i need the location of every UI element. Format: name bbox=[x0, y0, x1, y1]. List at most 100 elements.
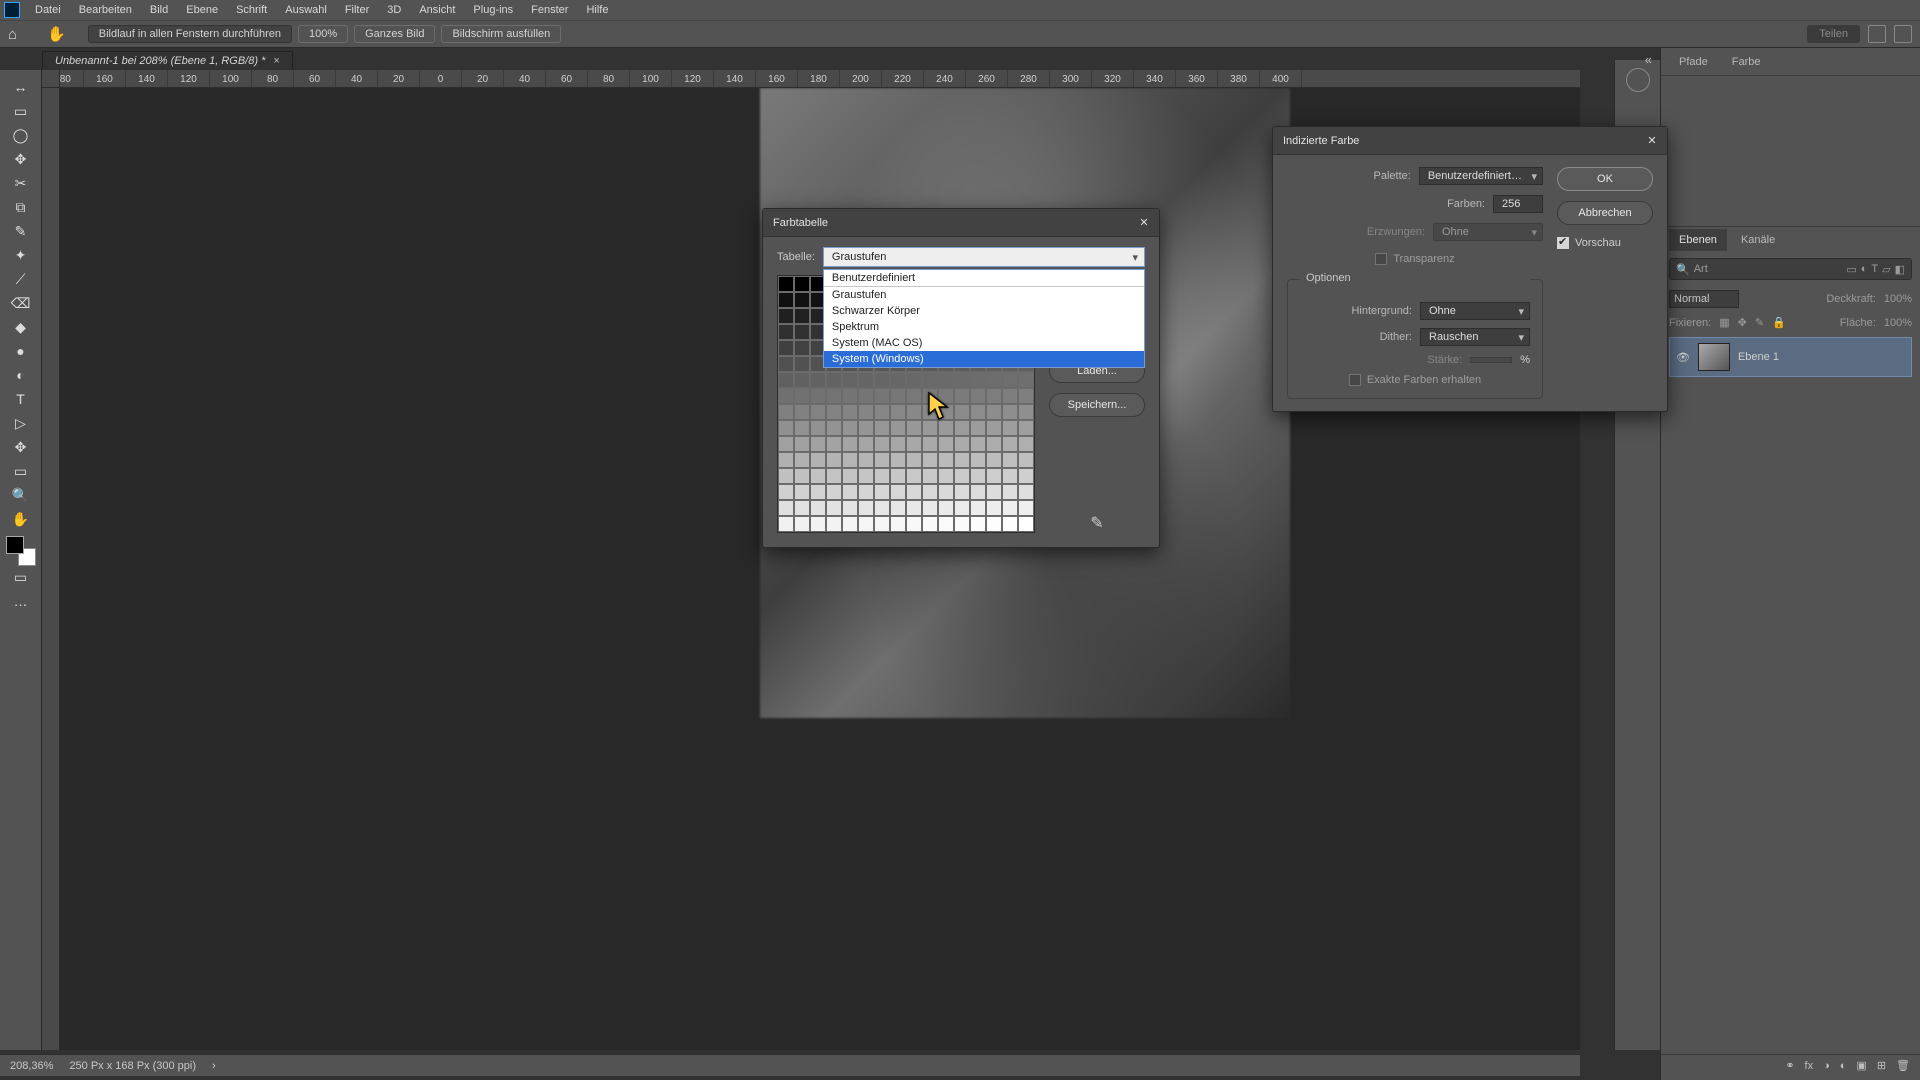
color-swatch[interactable] bbox=[922, 452, 938, 468]
color-swatch[interactable] bbox=[986, 500, 1002, 516]
color-swatch[interactable] bbox=[1018, 388, 1034, 404]
adjustment-layer-icon[interactable]: ◐ bbox=[1840, 1060, 1847, 1072]
color-swatch[interactable] bbox=[842, 500, 858, 516]
menu-item[interactable]: Bild bbox=[141, 1, 177, 19]
color-swatch[interactable] bbox=[874, 420, 890, 436]
eyedropper-icon[interactable]: ✎ bbox=[1090, 513, 1103, 533]
search-icon[interactable] bbox=[1868, 25, 1886, 43]
tool-button[interactable]: … bbox=[7, 590, 35, 612]
color-swatch[interactable] bbox=[1002, 388, 1018, 404]
color-swatch[interactable] bbox=[794, 500, 810, 516]
color-swatch[interactable] bbox=[778, 484, 794, 500]
filter-shape-icon[interactable]: ▱ bbox=[1882, 263, 1890, 276]
color-swatch[interactable] bbox=[1002, 436, 1018, 452]
menu-item[interactable]: Datei bbox=[26, 1, 70, 19]
color-swatch[interactable] bbox=[938, 468, 954, 484]
filter-type-icon[interactable]: T bbox=[1871, 263, 1878, 275]
color-swatch[interactable] bbox=[954, 388, 970, 404]
color-swatch[interactable] bbox=[1018, 404, 1034, 420]
color-swatch[interactable] bbox=[778, 500, 794, 516]
table-select[interactable]: Graustufen BenutzerdefiniertGraustufenSc… bbox=[823, 247, 1145, 267]
menu-item[interactable]: Bearbeiten bbox=[70, 1, 141, 19]
menu-item[interactable]: Ansicht bbox=[410, 1, 464, 19]
tool-button[interactable]: ✋ bbox=[7, 508, 35, 530]
table-select-current[interactable]: Graustufen bbox=[823, 247, 1145, 267]
color-swatch[interactable] bbox=[778, 436, 794, 452]
tool-button[interactable]: ● bbox=[7, 340, 35, 362]
menu-item[interactable]: Auswahl bbox=[276, 1, 336, 19]
color-swatch[interactable] bbox=[794, 404, 810, 420]
color-swatch[interactable] bbox=[778, 420, 794, 436]
home-icon[interactable]: ⌂ bbox=[8, 26, 17, 43]
color-swatch[interactable] bbox=[938, 420, 954, 436]
menu-item[interactable]: Plug-ins bbox=[464, 1, 522, 19]
tool-button[interactable]: ✦ bbox=[7, 244, 35, 266]
color-swatch[interactable] bbox=[1002, 420, 1018, 436]
color-swatch[interactable] bbox=[858, 436, 874, 452]
dropdown-option[interactable]: Graustufen bbox=[824, 287, 1144, 303]
layer-style-icon[interactable]: fx bbox=[1805, 1060, 1814, 1072]
color-swatch[interactable] bbox=[842, 484, 858, 500]
tool-button[interactable]: ▷ bbox=[7, 412, 35, 434]
tab-channels[interactable]: Kanäle bbox=[1731, 229, 1785, 251]
tab-color[interactable]: Farbe bbox=[1722, 51, 1771, 73]
color-swatch[interactable] bbox=[874, 404, 890, 420]
color-swatch[interactable] bbox=[858, 516, 874, 532]
color-swatch[interactable] bbox=[826, 404, 842, 420]
blend-mode-select[interactable] bbox=[1669, 290, 1739, 308]
lock-all-icon[interactable]: ▦ bbox=[1719, 316, 1729, 329]
color-swatch[interactable] bbox=[1002, 500, 1018, 516]
color-swatch[interactable] bbox=[1002, 484, 1018, 500]
fg-swatch[interactable] bbox=[6, 536, 24, 554]
workspace-switcher[interactable] bbox=[1894, 25, 1912, 43]
color-swatch[interactable] bbox=[890, 516, 906, 532]
tool-button[interactable]: ✥ bbox=[7, 148, 35, 170]
color-swatch[interactable] bbox=[938, 436, 954, 452]
color-swatch[interactable] bbox=[922, 404, 938, 420]
color-swatch[interactable] bbox=[986, 436, 1002, 452]
color-swatch[interactable] bbox=[794, 388, 810, 404]
dropdown-option[interactable]: System (Windows) bbox=[824, 351, 1144, 367]
lock-pixel-icon[interactable]: ✎ bbox=[1755, 316, 1764, 329]
color-swatch[interactable] bbox=[778, 452, 794, 468]
color-swatch[interactable] bbox=[874, 436, 890, 452]
scroll-all-check[interactable]: Bildlauf in allen Fenstern durchführen bbox=[88, 25, 292, 43]
layer-name[interactable]: Ebene 1 bbox=[1738, 351, 1779, 363]
color-swatch[interactable] bbox=[794, 340, 810, 356]
opacity-value[interactable]: 100% bbox=[1884, 293, 1912, 305]
color-swatch[interactable] bbox=[906, 500, 922, 516]
color-swatch[interactable] bbox=[826, 468, 842, 484]
link-layers-icon[interactable]: ⚭ bbox=[1785, 1059, 1794, 1072]
color-swatch[interactable] bbox=[826, 452, 842, 468]
color-swatch[interactable] bbox=[794, 468, 810, 484]
save-button[interactable]: Speichern... bbox=[1049, 393, 1145, 417]
color-swatch[interactable] bbox=[986, 372, 1002, 388]
color-swatch[interactable] bbox=[826, 516, 842, 532]
tool-button[interactable]: ◆ bbox=[7, 316, 35, 338]
color-swatch[interactable] bbox=[810, 500, 826, 516]
color-swatch[interactable] bbox=[986, 468, 1002, 484]
color-swatch[interactable] bbox=[1002, 468, 1018, 484]
color-swatch[interactable] bbox=[906, 372, 922, 388]
color-swatch[interactable] bbox=[858, 420, 874, 436]
color-swatch[interactable] bbox=[858, 484, 874, 500]
ruler-vertical[interactable] bbox=[42, 88, 60, 1050]
color-swatch[interactable] bbox=[842, 388, 858, 404]
menu-item[interactable]: 3D bbox=[378, 1, 410, 19]
doc-dimensions[interactable]: 250 Px x 168 Px (300 ppi) bbox=[69, 1060, 196, 1072]
color-swatch[interactable] bbox=[874, 484, 890, 500]
color-swatch[interactable] bbox=[890, 404, 906, 420]
group-icon[interactable]: ▣ bbox=[1856, 1059, 1866, 1072]
color-swatch[interactable] bbox=[954, 516, 970, 532]
color-swatch[interactable] bbox=[1018, 516, 1034, 532]
color-swatch[interactable] bbox=[826, 500, 842, 516]
tool-button[interactable]: ⧉ bbox=[7, 196, 35, 218]
document-tab[interactable]: Unbenannt-1 bei 208% (Ebene 1, RGB/8) * … bbox=[42, 51, 293, 70]
color-swatch[interactable] bbox=[890, 372, 906, 388]
tool-button[interactable]: ◯ bbox=[7, 124, 35, 146]
dropdown-option[interactable]: System (MAC OS) bbox=[824, 335, 1144, 351]
color-swatch[interactable] bbox=[922, 436, 938, 452]
color-swatch[interactable] bbox=[794, 356, 810, 372]
color-swatch[interactable] bbox=[970, 404, 986, 420]
dropdown-option[interactable]: Schwarzer Körper bbox=[824, 303, 1144, 319]
